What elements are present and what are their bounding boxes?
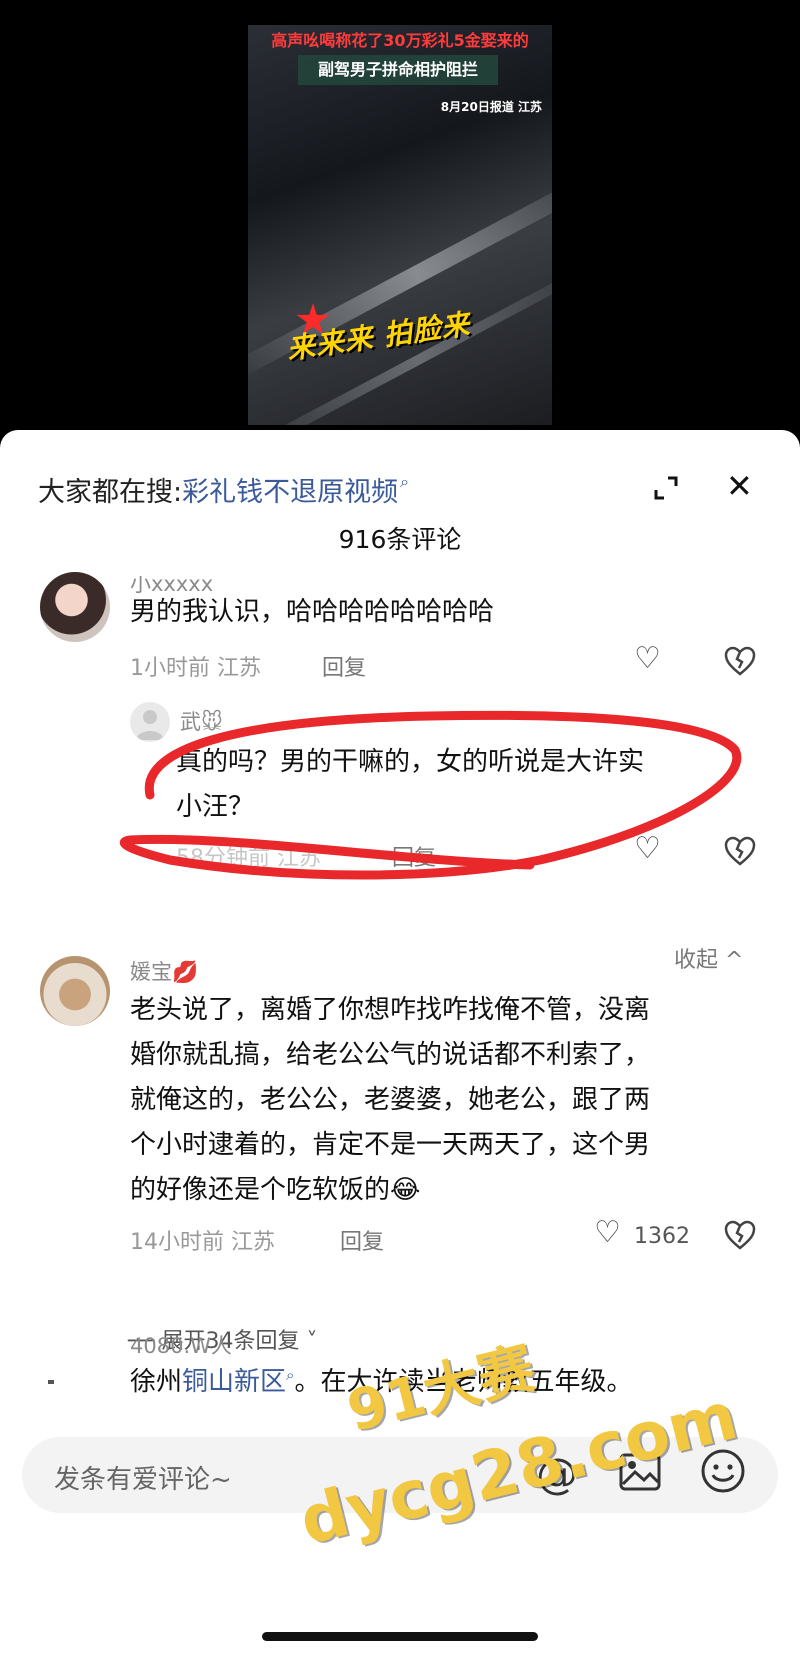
comment-text-line: 的好像还是个吃软饭的😂 — [130, 1175, 421, 1205]
like-count: 1362 — [634, 1224, 690, 1249]
video-caption-top: 高声吆喝称花了30万彩礼5金娶来的 — [271, 31, 529, 50]
comment-author[interactable]: 4080.W人 — [130, 1330, 232, 1360]
comment-meta: 14小时前 江苏 — [130, 1230, 275, 1255]
close-icon[interactable]: ✕ — [726, 470, 753, 502]
reply-button[interactable]: 回复 — [322, 650, 366, 682]
comment-text-prefix: 徐州 — [130, 1367, 183, 1397]
search-prefix: 大家都在搜: — [38, 477, 183, 508]
search-link-in-comment[interactable]: 铜山新区 — [182, 1367, 286, 1397]
video-player[interactable]: 高声吆喝称花了30万彩礼5金娶来的 副驾男子拼命相护阻拦 8月20日报道 江苏 … — [248, 25, 552, 425]
comment-meta: 1小时前 江苏 — [130, 656, 261, 681]
search-link[interactable]: 彩礼钱不退原视频 — [182, 470, 398, 509]
home-indicator — [262, 1632, 538, 1641]
comment-text: 男的我认识，哈哈哈哈哈哈哈哈 — [130, 597, 495, 627]
avatar[interactable] — [40, 572, 110, 642]
broken-heart-icon[interactable] — [724, 1220, 756, 1250]
comment-text-line: 个小时逮着的，肯定不是一天两天了，这个男 — [130, 1130, 651, 1160]
comment-text-line: 婚你就乱搞，给老公公气的说话都不利索了， — [130, 1040, 651, 1070]
comment-input-placeholder: 发条有爱评论~ — [54, 1465, 232, 1495]
comment-author[interactable]: 媛宝💋 — [130, 956, 198, 986]
video-caption-mid: 副驾男子拼命相护阻拦 — [298, 55, 498, 85]
heart-icon[interactable]: ♡ — [634, 644, 661, 674]
broken-heart-icon[interactable] — [724, 646, 756, 676]
reply-button[interactable]: 回复 — [340, 1224, 384, 1256]
comment-text-line: 就俺这的，老公公，老婆婆，她老公，跟了两 — [130, 1085, 651, 1115]
expand-icon[interactable] — [652, 474, 680, 502]
search-icon: ⌕ — [400, 471, 410, 491]
heart-icon[interactable]: ♡ — [594, 1218, 621, 1248]
search-suggestion[interactable]: 大家都在搜: 彩礼钱不退原视频 ⌕ — [38, 470, 409, 509]
comment-count: 916条评论 — [338, 525, 462, 554]
avatar[interactable] — [40, 956, 110, 1026]
video-caption-date: 8月20日报道 江苏 — [440, 100, 542, 114]
collapse-replies-button[interactable]: 收起 ^ — [674, 942, 743, 974]
avatar[interactable] — [40, 1336, 110, 1406]
search-icon: ⌕ — [286, 1366, 295, 1384]
comment-sheet: 大家都在搜: 彩礼钱不退原视频 ⌕ ✕ 916条评论 小xxxxx 男的我认识，… — [0, 430, 800, 1661]
comment-text-line: 老头说了，离婚了你想咋找咋找俺不管，没离 — [130, 995, 651, 1025]
red-annotation — [119, 710, 742, 880]
